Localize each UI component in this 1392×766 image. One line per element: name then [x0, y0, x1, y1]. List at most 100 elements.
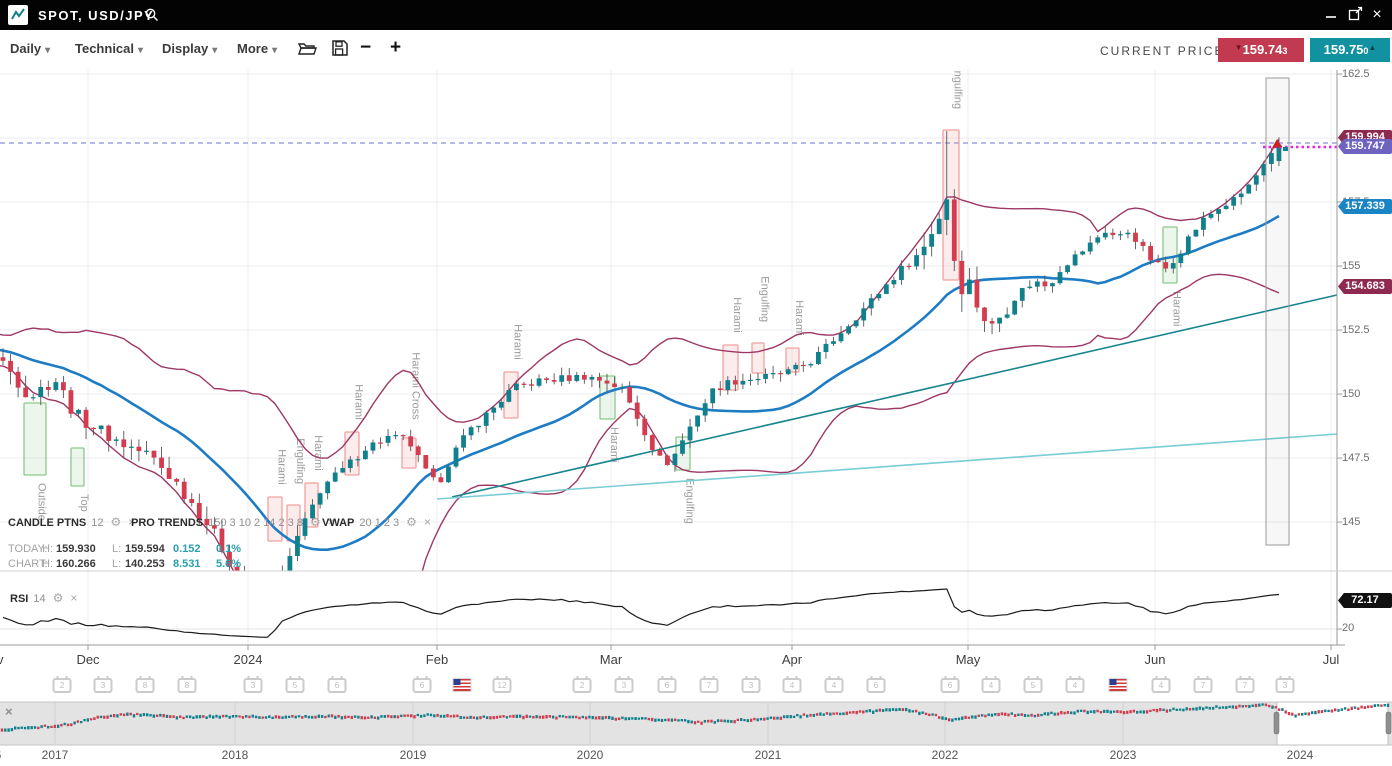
calendar-event-icon[interactable]: 8 — [178, 678, 197, 693]
svg-text:Harami Cross: Harami Cross — [410, 352, 422, 420]
save-icon[interactable] — [331, 39, 349, 62]
calendar-event-icon[interactable]: 2 — [573, 678, 592, 693]
calendar-event-icon[interactable]: 4 — [1152, 678, 1171, 693]
calendar-event-icon[interactable]: 4 — [1066, 678, 1085, 693]
rsi-axis-label: 20 — [1342, 622, 1388, 634]
candle-pattern-boxes: OutsideTopHaramiEngulfingHaramiHaramiHar… — [24, 70, 1183, 541]
price-tick-label: 150 — [1342, 388, 1388, 400]
close-icon[interactable]: × — [70, 591, 77, 605]
menu-daily[interactable]: Daily▾ — [10, 41, 50, 56]
year-label: 2023 — [1093, 748, 1153, 762]
calendar-event-icon[interactable]: 7 — [700, 678, 719, 693]
svg-text:Engulfing: Engulfing — [952, 70, 964, 109]
title-bar: SPOT, USD/JPY × — [0, 0, 1392, 30]
open-folder-icon[interactable] — [297, 39, 317, 62]
legend-pro-trends: PRO TRENDS150 3 10 2 14 2 3 8⚙× — [131, 515, 335, 529]
svg-text:Harami: Harami — [512, 324, 524, 359]
price-tick-label: 145 — [1342, 516, 1388, 528]
menu-technical[interactable]: Technical▾ — [75, 41, 143, 56]
month-label: 2024 — [218, 652, 278, 667]
year-label: 2019 — [383, 748, 443, 762]
close-icon[interactable]: × — [1368, 6, 1386, 24]
arrow-down-icon: ▼ — [1235, 43, 1243, 52]
gear-icon[interactable]: ⚙ — [110, 515, 121, 529]
range-navigator[interactable]: × — [0, 700, 1392, 747]
calendar-event-icon[interactable]: 3 — [1276, 678, 1295, 693]
calendar-event-icon[interactable]: 6 — [328, 678, 347, 693]
year-label: 2021 — [738, 748, 798, 762]
calendar-event-icon[interactable]: 6 — [867, 678, 886, 693]
calendar-event-icon[interactable]: 8 — [136, 678, 155, 693]
rsi-value-badge: 72.17 — [1338, 593, 1392, 608]
navigator-year-axis: 201620172018201920202021202220232024 — [0, 747, 1392, 766]
us-flag-icon[interactable] — [1109, 678, 1128, 692]
us-flag-icon[interactable] — [453, 678, 472, 692]
zoom-out-button[interactable]: − — [360, 37, 371, 59]
gear-icon[interactable]: ⚙ — [53, 591, 64, 605]
search-icon[interactable] — [144, 7, 160, 28]
axis-price-badge: 159.747 — [1338, 139, 1392, 154]
svg-text:Engulfing: Engulfing — [294, 438, 306, 484]
close-icon[interactable]: × — [5, 704, 13, 719]
svg-text:Harami: Harami — [1171, 291, 1183, 326]
month-label: Apr — [762, 652, 822, 667]
chevron-down-icon: ▾ — [45, 45, 50, 56]
event-markers: 2 3 8 8 3 5 6 6 12 2 3 6 7 3 4 4 6 6 4 5 4 4 7 7 3 — [0, 678, 1392, 698]
stats-chart: CHART: H: 160.266 L: 140.253 8.531 5.6% — [0, 558, 300, 571]
price-tick-label: 162.5 — [1342, 68, 1388, 80]
month-label: Jul — [1301, 652, 1361, 667]
axis-price-badge: 154.683 — [1338, 279, 1392, 294]
navigator-handle[interactable] — [1386, 712, 1391, 734]
year-label: 2018 — [205, 748, 265, 762]
navigator-handle[interactable] — [1274, 712, 1279, 734]
navigator-svg[interactable] — [0, 700, 1392, 747]
chart-area[interactable]: OutsideTopHaramiEngulfingHaramiHaramiHar… — [0, 70, 1392, 700]
calendar-event-icon[interactable]: 5 — [1024, 678, 1043, 693]
gear-icon[interactable]: ⚙ — [406, 515, 417, 529]
popout-icon[interactable] — [1346, 6, 1364, 24]
arrow-up-icon: ▲ — [1368, 43, 1376, 52]
current-price-label: CURRENT PRICE: — [1100, 44, 1230, 58]
calendar-event-icon[interactable]: 2 — [53, 678, 72, 693]
bid-price-badge: ▼159.743 — [1218, 38, 1304, 62]
zoom-in-button[interactable]: + — [390, 37, 401, 59]
svg-text:Harami: Harami — [608, 427, 620, 462]
calendar-event-icon[interactable]: 12 — [493, 678, 512, 693]
legend-candle-patterns: CANDLE PTNS12⚙× — [8, 515, 135, 529]
chevron-down-icon: ▾ — [272, 45, 277, 56]
calendar-event-icon[interactable]: 6 — [413, 678, 432, 693]
menu-display[interactable]: Display▾ — [162, 41, 217, 56]
year-label: 2016 — [0, 748, 18, 762]
svg-text:Harami: Harami — [312, 435, 324, 470]
calendar-event-icon[interactable]: 7 — [1194, 678, 1213, 693]
minimize-button[interactable] — [1322, 6, 1340, 24]
calendar-event-icon[interactable]: 3 — [244, 678, 263, 693]
calendar-event-icon[interactable]: 7 — [1236, 678, 1255, 693]
menu-more[interactable]: More▾ — [237, 41, 277, 56]
price-tick-label: 155 — [1342, 260, 1388, 272]
calendar-event-icon[interactable]: 3 — [742, 678, 761, 693]
price-chart-svg[interactable]: OutsideTopHaramiEngulfingHaramiHaramiHar… — [0, 70, 1392, 700]
gear-icon[interactable]: ⚙ — [310, 515, 321, 529]
calendar-event-icon[interactable]: 3 — [615, 678, 634, 693]
calendar-event-icon[interactable]: 5 — [286, 678, 305, 693]
month-label: May — [938, 652, 998, 667]
rsi-line — [3, 589, 1279, 637]
calendar-event-icon[interactable]: 3 — [94, 678, 113, 693]
calendar-event-icon[interactable]: 4 — [982, 678, 1001, 693]
calendar-event-icon[interactable]: 6 — [658, 678, 677, 693]
chevron-down-icon: ▾ — [212, 45, 217, 56]
calendar-event-icon[interactable]: 4 — [825, 678, 844, 693]
price-tick-label: 147.5 — [1342, 452, 1388, 464]
calendar-event-icon[interactable]: 6 — [941, 678, 960, 693]
axis-price-badge: 157.339 — [1338, 199, 1392, 214]
instrument-title: SPOT, USD/JPY — [38, 8, 154, 23]
calendar-event-icon[interactable]: 4 — [783, 678, 802, 693]
month-label: Nov — [0, 652, 22, 667]
svg-text:Harami: Harami — [793, 300, 805, 335]
legend-rsi: RSI14⚙× — [10, 591, 77, 605]
chevron-down-icon: ▾ — [138, 45, 143, 56]
svg-text:Harami: Harami — [731, 297, 743, 332]
close-icon[interactable]: × — [424, 515, 431, 529]
year-label: 2022 — [915, 748, 975, 762]
